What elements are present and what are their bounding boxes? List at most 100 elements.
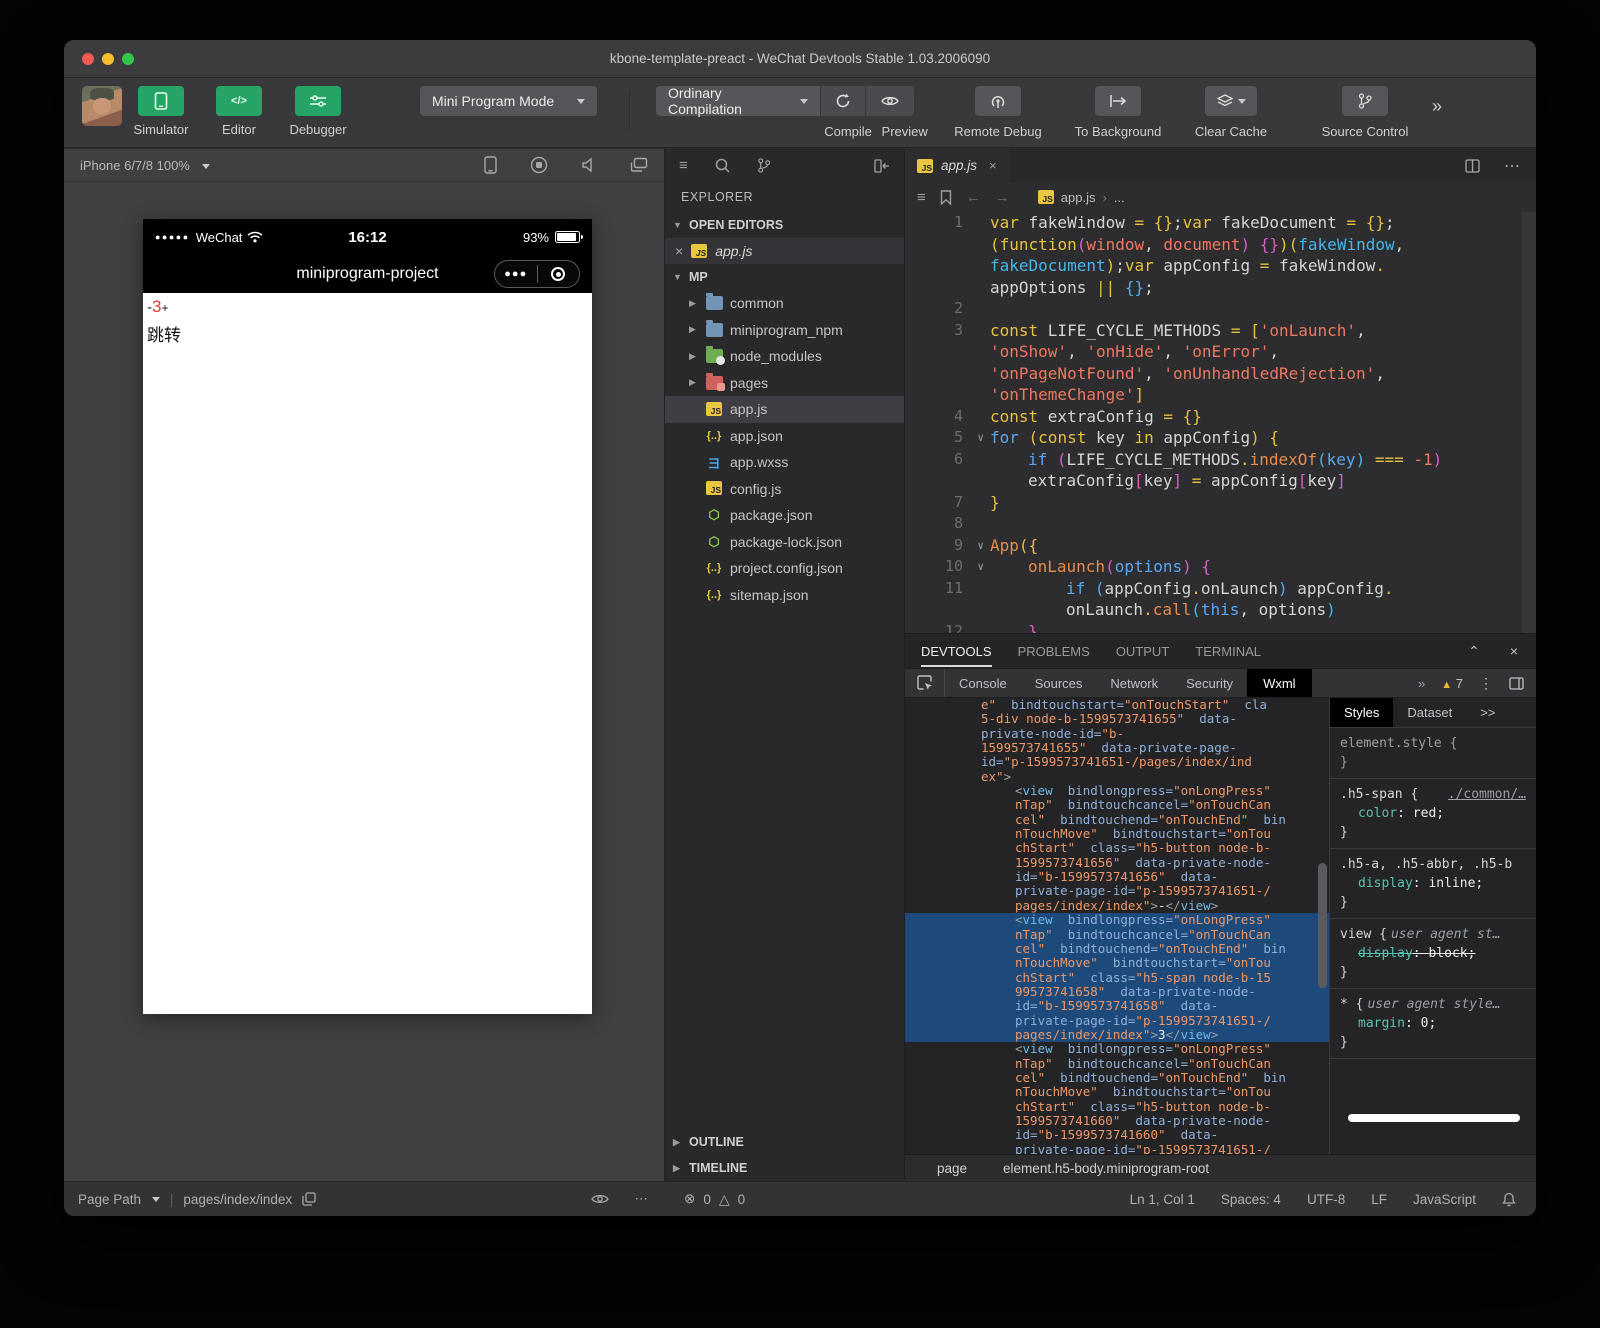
tree-item-sitemap-json[interactable]: {..}sitemap.json: [665, 582, 904, 609]
tree-item-miniprogram-npm[interactable]: ▶miniprogram_npm: [665, 317, 904, 344]
mode-dropdown[interactable]: Mini Program Mode: [420, 86, 597, 116]
source-control-button[interactable]: [1342, 86, 1388, 116]
page-path-value[interactable]: pages/index/index: [183, 1192, 292, 1207]
device-frame-icon[interactable]: [484, 156, 497, 174]
styles-hscrollbar[interactable]: [1348, 1114, 1520, 1122]
nav-forward-icon[interactable]: →: [995, 189, 1010, 206]
multi-window-icon[interactable]: [630, 157, 648, 173]
eye-icon[interactable]: [591, 1193, 609, 1205]
breadcrumb-symbol[interactable]: ...: [1114, 190, 1125, 205]
page-path-dropdown[interactable]: Page Path: [78, 1192, 160, 1207]
device-selector[interactable]: iPhone 6/7/8 100%: [80, 158, 210, 173]
timeline-section[interactable]: ▶ TIMELINE: [665, 1155, 904, 1181]
style-rule[interactable]: element.style {}: [1330, 728, 1536, 779]
fold-icon[interactable]: ∨: [977, 556, 984, 578]
warnings-badge[interactable]: ▲ 7: [1441, 676, 1463, 691]
tab-network[interactable]: Network: [1096, 676, 1172, 691]
fold-icon[interactable]: ∨: [977, 535, 984, 557]
wxml-tree[interactable]: e" bindtouchstart="onTouchStart" cla5-di…: [905, 698, 1329, 1154]
crumb-element[interactable]: element.h5-body.miniprogram-root: [1003, 1161, 1209, 1176]
wxml-node[interactable]: <view bindlongpress="onLongPress"nTap" b…: [905, 1042, 1329, 1154]
editor-button[interactable]: </>: [216, 86, 262, 116]
remote-debug-button[interactable]: [975, 86, 1021, 116]
open-editors-section[interactable]: ▼ OPEN EDITORS: [665, 212, 904, 238]
more-tabs-icon[interactable]: »: [1418, 676, 1425, 691]
fold-icon[interactable]: ∨: [977, 427, 984, 449]
mute-icon[interactable]: [581, 157, 597, 173]
editor-more-icon[interactable]: ⋯: [1504, 156, 1522, 176]
search-icon[interactable]: [715, 158, 730, 173]
clear-cache-button[interactable]: [1205, 86, 1257, 116]
outline-icon[interactable]: ≡: [917, 189, 926, 206]
panel-tab-devtools[interactable]: DEVTOOLS: [921, 644, 992, 667]
stylesheet-link[interactable]: ./common/…: [1448, 785, 1526, 804]
close-tab-icon[interactable]: ×: [989, 158, 997, 173]
language-mode[interactable]: JavaScript: [1413, 1192, 1476, 1207]
more-actions-icon[interactable]: ⋯: [635, 1191, 651, 1207]
tree-item-common[interactable]: ▶common: [665, 290, 904, 317]
style-rule[interactable]: .h5-span {./common/…color: red;}: [1330, 779, 1536, 849]
css-declaration[interactable]: color: red;: [1340, 804, 1526, 823]
minimize-window-button[interactable]: [102, 53, 114, 65]
more-tools-button[interactable]: »: [1432, 96, 1439, 117]
tab-security[interactable]: Security: [1172, 676, 1247, 691]
tree-item-project-config-json[interactable]: {..}project.config.json: [665, 555, 904, 582]
style-rule[interactable]: view {user agent st…display: block;}: [1330, 919, 1536, 989]
close-panel-icon[interactable]: ×: [1510, 643, 1518, 660]
file-list-icon[interactable]: ≡: [679, 157, 688, 174]
to-background-button[interactable]: [1095, 86, 1141, 116]
tree-item-package-json[interactable]: ⬡package.json: [665, 502, 904, 529]
wxml-node-selected[interactable]: <view bindlongpress="onLongPress"nTap" b…: [905, 913, 1329, 1042]
open-editor-item[interactable]: × JS app.js: [665, 238, 904, 264]
debugger-button[interactable]: [295, 86, 341, 116]
panel-tab-output[interactable]: OUTPUT: [1116, 644, 1169, 659]
indentation[interactable]: Spaces: 4: [1221, 1192, 1281, 1207]
encoding[interactable]: UTF-8: [1307, 1192, 1345, 1207]
css-declaration[interactable]: margin: 0;: [1340, 1014, 1526, 1033]
split-editor-icon[interactable]: [1465, 159, 1480, 173]
preview-button[interactable]: [866, 86, 914, 116]
tab-sources[interactable]: Sources: [1021, 676, 1097, 691]
tree-item-node-modules[interactable]: ▶node_modules: [665, 343, 904, 370]
styles-more-tabs[interactable]: >>: [1466, 698, 1509, 727]
close-miniprogram-button[interactable]: [538, 267, 580, 281]
increment-button[interactable]: +: [161, 301, 168, 315]
tab-console[interactable]: Console: [945, 676, 1021, 691]
outline-section[interactable]: ▶ OUTLINE: [665, 1129, 904, 1155]
close-window-button[interactable]: [82, 53, 94, 65]
git-branch-icon[interactable]: [757, 158, 771, 173]
tree-item-pages[interactable]: ▶pages: [665, 370, 904, 397]
eol-sequence[interactable]: LF: [1371, 1192, 1387, 1207]
editor-tab-appjs[interactable]: JS app.js ×: [905, 149, 1009, 182]
collapse-panel-icon[interactable]: ⌃: [1468, 643, 1480, 660]
css-declaration[interactable]: display: block;: [1340, 944, 1526, 963]
wxml-scrollbar[interactable]: [1318, 863, 1327, 988]
collapse-sidebar-icon[interactable]: [874, 159, 890, 173]
css-declaration[interactable]: display: inline;: [1340, 874, 1526, 893]
tab-wxml[interactable]: Wxml: [1247, 669, 1312, 697]
tree-item-config-js[interactable]: JSconfig.js: [665, 476, 904, 503]
styles-tab-dataset[interactable]: Dataset: [1393, 698, 1466, 727]
zoom-window-button[interactable]: [122, 53, 134, 65]
bell-icon[interactable]: [1502, 1192, 1516, 1207]
compile-mode-dropdown[interactable]: Ordinary Compilation: [656, 86, 820, 116]
tree-item-package-lock-json[interactable]: ⬡package-lock.json: [665, 529, 904, 556]
style-rule[interactable]: * {user agent style…margin: 0;}: [1330, 989, 1536, 1059]
tree-item-app-json[interactable]: {..}app.json: [665, 423, 904, 450]
styles-tab-styles[interactable]: Styles: [1330, 698, 1393, 727]
copy-icon[interactable]: [302, 1192, 316, 1206]
wxml-node[interactable]: e" bindtouchstart="onTouchStart" cla5-di…: [905, 698, 1329, 784]
wxml-node[interactable]: <view bindlongpress="onLongPress"nTap" b…: [905, 784, 1329, 913]
project-root-section[interactable]: ▼ MP: [665, 264, 904, 290]
crumb-page[interactable]: page: [937, 1161, 967, 1176]
panel-tab-problems[interactable]: PROBLEMS: [1018, 644, 1090, 659]
cursor-position[interactable]: Ln 1, Col 1: [1130, 1192, 1195, 1207]
jump-link[interactable]: 跳转: [147, 321, 588, 346]
bookmark-icon[interactable]: [940, 190, 952, 205]
dock-side-icon[interactable]: [1509, 677, 1524, 690]
style-rule[interactable]: .h5-a, .h5-abbr, .h5-bdisplay: inline;}: [1330, 849, 1536, 919]
simulator-button[interactable]: [138, 86, 184, 116]
nav-back-icon[interactable]: ←: [966, 189, 981, 206]
tree-item-app-js[interactable]: JSapp.js: [665, 396, 904, 423]
more-menu-button[interactable]: ●●●: [495, 268, 537, 280]
